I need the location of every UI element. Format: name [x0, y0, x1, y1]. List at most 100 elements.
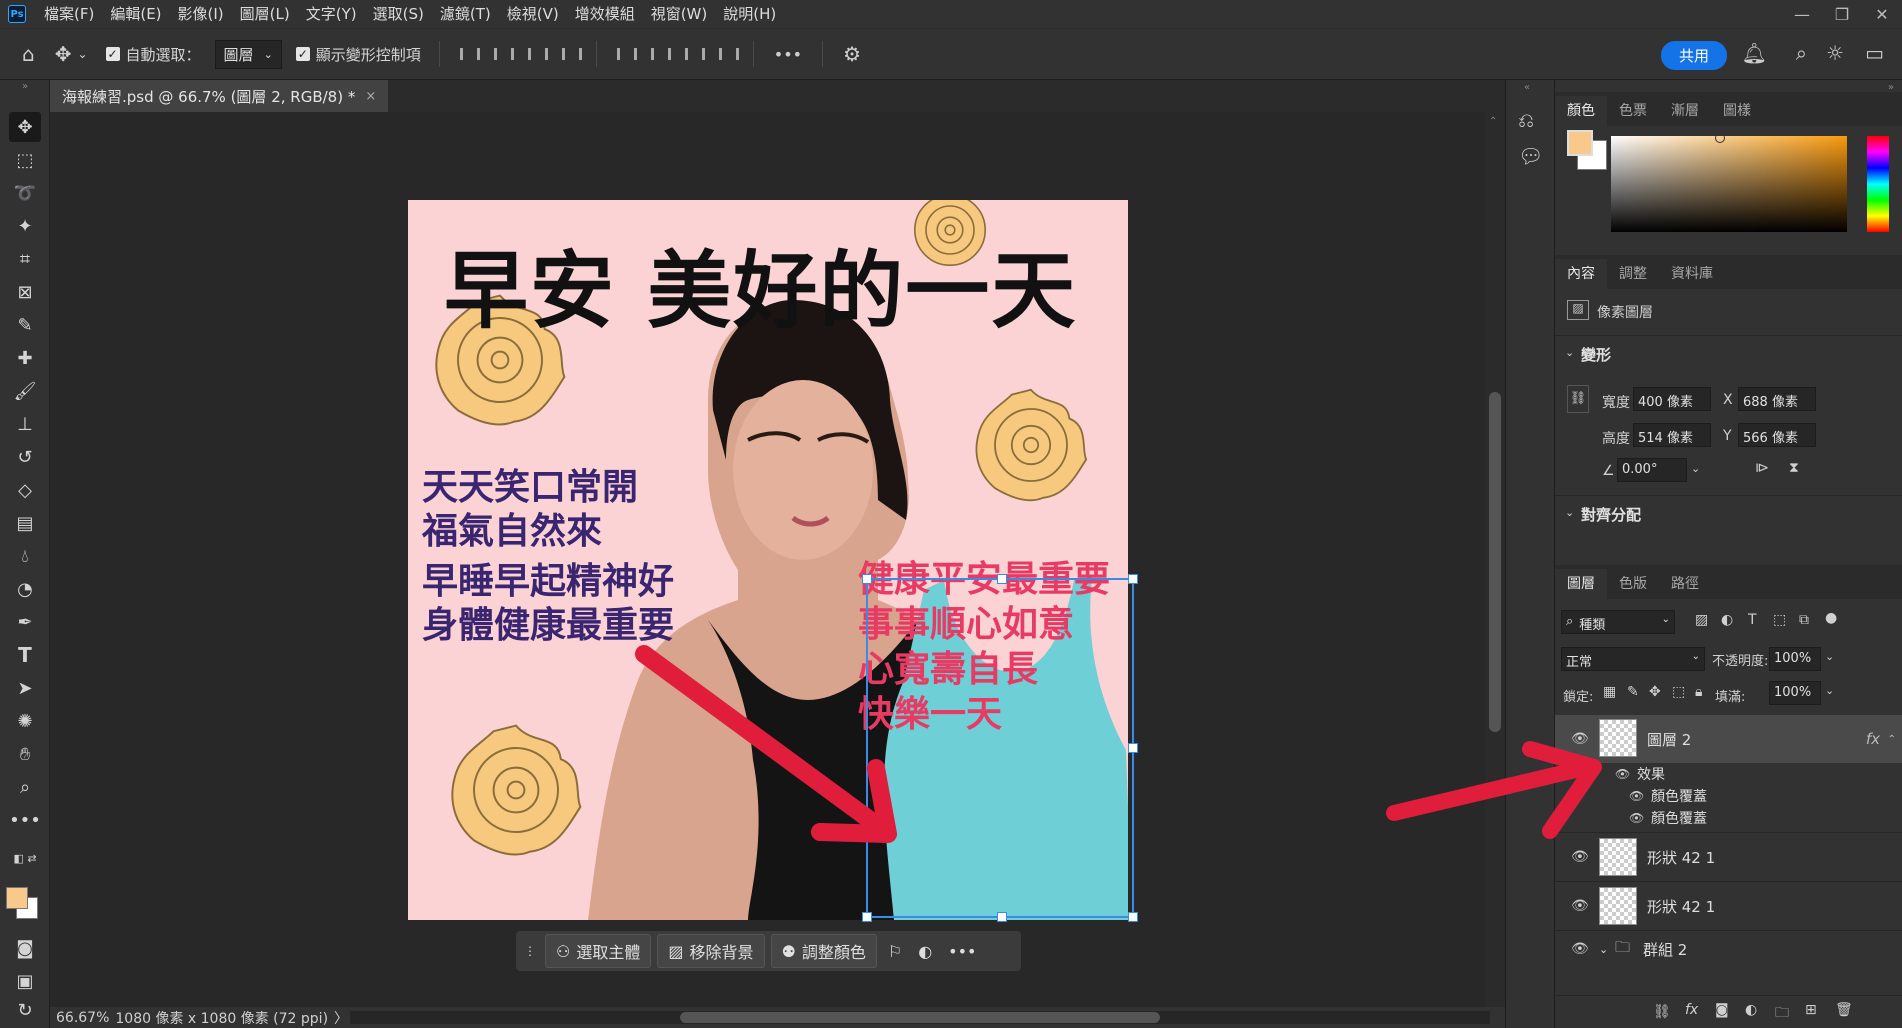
history-panel-icon[interactable]: ⎌: [1518, 108, 1534, 132]
eyedropper-tool-icon[interactable]: ✎: [9, 310, 41, 340]
eraser-tool-icon[interactable]: ◇: [9, 475, 41, 505]
x-field[interactable]: 688 像素: [1738, 387, 1816, 411]
menu-image[interactable]: 影像(I): [170, 0, 232, 28]
auto-select-dropdown[interactable]: 圖層 ⌄: [214, 39, 282, 69]
layer-row[interactable]: 👁︎ 形狀 42 1: [1555, 882, 1902, 930]
more-actions-button[interactable]: •••: [948, 942, 976, 961]
crop-tool-icon[interactable]: ⌗: [9, 244, 41, 274]
transform-handle[interactable]: [1128, 743, 1138, 753]
document-tab[interactable]: 海報練習.psd @ 66.7% (圖層 2, RGB/8) * ×: [50, 80, 389, 112]
chevron-down-icon[interactable]: ⌄: [1825, 684, 1834, 697]
show-transform-checkbox[interactable]: ✓ 顯示變形控制項: [295, 44, 421, 65]
chevron-down-icon[interactable]: ⌄: [1565, 346, 1574, 359]
home-icon[interactable]: ⌂: [22, 42, 35, 66]
lock-artboard-icon[interactable]: ⬚: [1672, 684, 1685, 700]
visibility-eye-icon[interactable]: 👁︎: [1629, 811, 1644, 825]
horizontal-scroll-thumb[interactable]: [680, 1012, 1160, 1023]
chevron-down-icon[interactable]: ⌄: [1691, 462, 1700, 475]
path-selection-tool-icon[interactable]: ➤: [9, 673, 41, 703]
screen-mode-icon[interactable]: ▣: [9, 966, 41, 996]
transform-section-title[interactable]: 變形: [1581, 344, 1611, 365]
transform-handle[interactable]: [997, 574, 1007, 584]
type-tool-icon[interactable]: T: [9, 640, 41, 670]
collapse-icon[interactable]: »: [9, 80, 41, 92]
tab-libraries[interactable]: 資料庫: [1659, 259, 1725, 289]
add-style-button[interactable]: fx: [1685, 1002, 1698, 1018]
y-field[interactable]: 566 像素: [1738, 423, 1816, 447]
vertical-scrollbar[interactable]: ⌃: [1485, 112, 1505, 1007]
move-tool-icon[interactable]: ✥: [55, 42, 72, 66]
dodge-tool-icon[interactable]: ◔: [9, 574, 41, 604]
lasso-tool-icon[interactable]: ➰: [9, 178, 41, 208]
menu-plugins[interactable]: 增效模組: [567, 0, 643, 28]
menu-type[interactable]: 文字(Y): [298, 0, 365, 28]
align-vertical-center-icon[interactable]: [647, 44, 671, 64]
visibility-eye-icon[interactable]: 👁︎: [1629, 789, 1644, 803]
layer-filter-dropdown[interactable]: ⌕ 種類 ⌄: [1561, 610, 1675, 634]
frame-tool-icon[interactable]: ⊠: [9, 277, 41, 307]
move-tool-icon[interactable]: ✥: [9, 112, 41, 142]
lock-all-icon[interactable]: 🔒︎: [1695, 684, 1702, 700]
lock-position-icon[interactable]: ✥: [1649, 684, 1661, 700]
tab-properties[interactable]: 內容: [1555, 259, 1607, 289]
status-menu-chevron[interactable]: 〉: [334, 1008, 348, 1028]
transform-handle[interactable]: [862, 574, 872, 584]
chevron-down-icon[interactable]: ⌄: [77, 47, 87, 61]
flip-horizontal-icon[interactable]: ⧐: [1755, 460, 1769, 476]
new-layer-icon[interactable]: ⊞: [1805, 1002, 1817, 1018]
brush-tool-icon[interactable]: 🖌︎: [9, 376, 41, 406]
restore-icon[interactable]: ❐: [1822, 0, 1862, 28]
tab-color[interactable]: 顏色: [1555, 96, 1607, 126]
zoom-tool-icon[interactable]: ⌕: [9, 772, 41, 802]
tab-paths[interactable]: 路徑: [1659, 569, 1711, 599]
tab-channels[interactable]: 色版: [1607, 569, 1659, 599]
share-button[interactable]: 共用: [1660, 41, 1727, 70]
blend-mode-dropdown[interactable]: 正常 ⌄: [1561, 647, 1705, 671]
transform-handle[interactable]: [1128, 912, 1138, 922]
flag-icon[interactable]: ⚐: [888, 942, 902, 961]
filter-shape-icon[interactable]: ⬚: [1773, 612, 1786, 628]
close-tab-icon[interactable]: ×: [365, 89, 376, 104]
comments-panel-icon[interactable]: 💬︎: [1518, 144, 1543, 168]
search-icon[interactable]: ⌕: [1796, 41, 1807, 65]
tab-layers[interactable]: 圖層: [1555, 569, 1607, 599]
filter-toggle-icon[interactable]: ●: [1825, 610, 1837, 626]
color-picker-cursor[interactable]: [1715, 133, 1725, 143]
zoom-level[interactable]: 66.67%: [56, 1010, 109, 1026]
opacity-field[interactable]: 100%: [1769, 647, 1821, 671]
blur-tool-icon[interactable]: 💧︎: [9, 541, 41, 571]
select-subject-button[interactable]: ⚇ 選取主體: [545, 934, 652, 968]
menu-window[interactable]: 視窗(W): [643, 0, 716, 28]
vertical-scroll-thumb[interactable]: [1489, 392, 1501, 732]
scroll-up-icon[interactable]: ⌃: [1489, 116, 1497, 127]
filter-adjustment-icon[interactable]: ◐: [1721, 612, 1733, 628]
filter-smart-object-icon[interactable]: ⧉: [1799, 612, 1809, 628]
foreground-color-chip[interactable]: [1567, 130, 1593, 156]
menu-edit[interactable]: 編輯(E): [102, 0, 169, 28]
remove-background-button[interactable]: ▨ 移除背景: [657, 934, 765, 968]
transform-handle[interactable]: [997, 912, 1007, 922]
layer-group-row[interactable]: 👁︎ ⌄ 🗀 群組 2: [1555, 931, 1902, 967]
stamp-tool-icon[interactable]: ⊥: [9, 409, 41, 439]
workspace-icon[interactable]: ▭: [1865, 41, 1884, 65]
chevron-up-icon[interactable]: ⌃: [1888, 734, 1896, 745]
transform-handle[interactable]: [1128, 574, 1138, 584]
new-group-icon[interactable]: 🗀: [1775, 1002, 1789, 1026]
gear-icon[interactable]: ⚙: [843, 42, 861, 66]
flip-vertical-icon[interactable]: ⧗: [1789, 460, 1799, 476]
menu-filter[interactable]: 濾鏡(T): [432, 0, 499, 28]
auto-select-checkbox[interactable]: ✓ 自動選取：: [105, 44, 201, 65]
bell-icon[interactable]: 🔔︎: [1742, 41, 1767, 65]
foreground-color-swatch[interactable]: [6, 887, 28, 909]
share-feedback-icon[interactable]: ↻: [9, 995, 41, 1025]
visibility-eye-icon[interactable]: 👁︎: [1571, 898, 1589, 914]
tab-patterns[interactable]: 圖樣: [1711, 96, 1763, 126]
menu-layer[interactable]: 圖層(L): [232, 0, 298, 28]
close-icon[interactable]: ✕: [1862, 0, 1902, 28]
align-section-title[interactable]: 對齊分配: [1581, 504, 1641, 525]
height-field[interactable]: 514 像素: [1633, 423, 1711, 447]
filter-type-icon[interactable]: T: [1748, 612, 1757, 628]
filter-pixel-icon[interactable]: ▨: [1695, 612, 1708, 628]
tab-adjustments[interactable]: 調整: [1607, 259, 1659, 289]
align-horizontal-center-icon[interactable]: [490, 44, 514, 64]
